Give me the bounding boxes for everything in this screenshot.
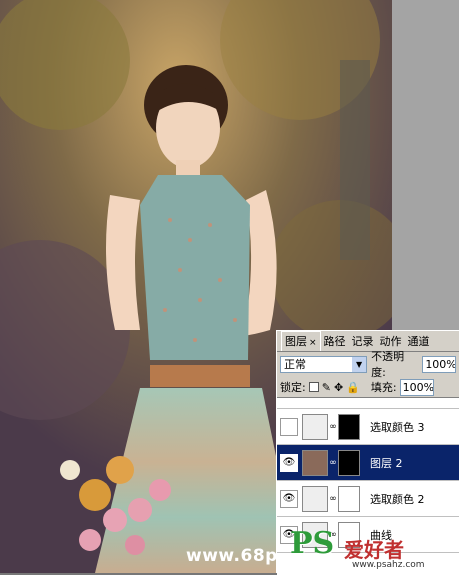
layer-row-selective-color-3[interactable]: ∞ 选取颜色 3 [277,409,459,445]
brand-url: www.psahz.com [352,560,425,570]
eye-icon[interactable]: 👁 [280,453,298,472]
link-icon: ∞ [329,493,337,504]
layer-thumb [302,449,328,476]
lock-all-icon[interactable]: 🔒 [346,381,360,394]
ps-logo: PS [290,526,335,561]
canvas-gray-margin [392,0,459,330]
adjustment-thumb-icon [302,485,328,512]
lock-transparent-icon[interactable] [308,382,319,392]
close-icon[interactable]: × [309,338,317,348]
adjustment-thumb-icon [302,413,328,440]
tab-layers-label: 图层 [285,335,307,348]
opacity-label: 不透明度: [371,350,405,379]
link-icon: ∞ [329,421,337,432]
layer-mask-thumb[interactable] [338,413,360,440]
eye-icon[interactable]: 👁 [280,489,298,508]
panel-tabs: 图层 × 路径 记录 动作 通道 [277,331,459,352]
blend-mode-value: 正常 [284,358,306,371]
layer-mask-thumb[interactable] [338,449,360,476]
chevron-down-icon: ▼ [352,356,367,372]
layer-row-partial[interactable] [277,398,459,409]
opacity-input[interactable]: 100% [422,355,456,373]
fill-label: 填充: [370,381,397,394]
layer-name: 选取颜色 3 [370,420,425,434]
fill-input[interactable]: 100% [399,378,434,396]
layer-mask-thumb[interactable] [338,485,360,512]
layer-name: 图层 2 [370,456,403,470]
lock-label: 锁定: [280,381,306,394]
tab-paths[interactable]: 路径 [321,332,349,351]
blend-row: 正常 ▼ 不透明度: 100% [277,350,459,379]
layer-row-layer-2[interactable]: 👁 ∞ 图层 2 [277,445,459,481]
visibility-toggle[interactable] [280,417,298,436]
lock-row: 锁定: ✎ ✥ 🔒 填充: 100% [277,376,459,398]
layer-name: 选取颜色 2 [370,492,425,506]
brand-watermark: 爱好者 [344,538,404,562]
link-icon: ∞ [329,457,337,468]
tab-layers[interactable]: 图层 × [281,331,321,351]
lock-brush-icon[interactable]: ✎ [322,381,331,394]
layer-row-selective-color-2[interactable]: 👁 ∞ 选取颜色 2 [277,481,459,517]
lock-move-icon[interactable]: ✥ [334,381,343,394]
blend-mode-select[interactable]: 正常 ▼ [280,355,368,373]
